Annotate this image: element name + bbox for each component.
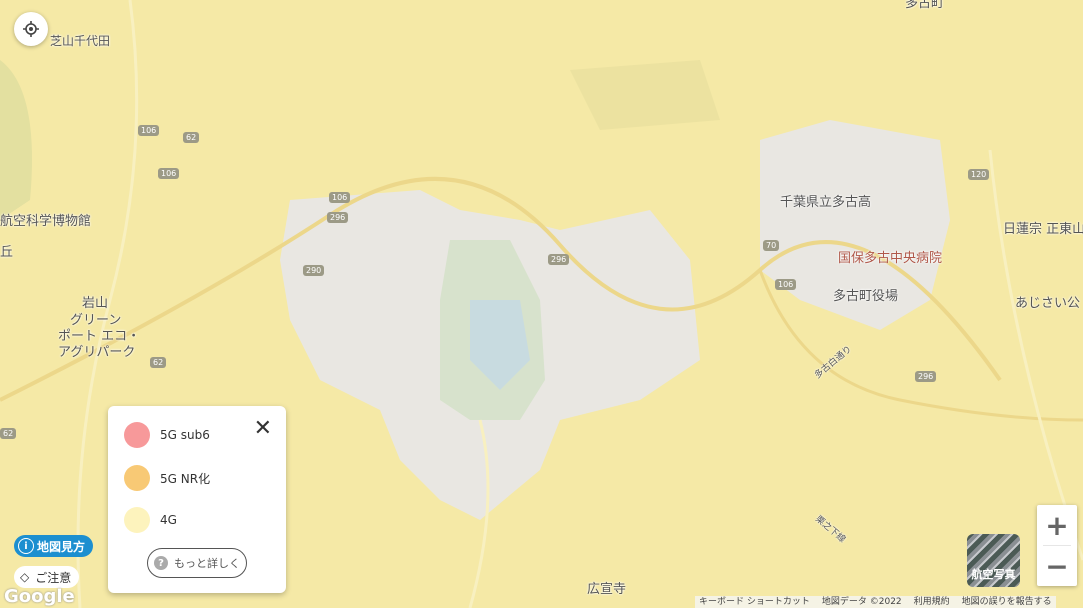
map-label: 千葉県立多古高 bbox=[780, 195, 872, 210]
question-icon: ? bbox=[154, 556, 168, 570]
map-label: アグリパーク bbox=[58, 345, 136, 360]
legend-label: 5G sub6 bbox=[160, 428, 210, 442]
map-data-text: 地図データ ©2022 bbox=[821, 597, 902, 607]
legend-swatch bbox=[124, 422, 150, 448]
aerial-photo-button[interactable]: 航空写真 bbox=[967, 534, 1020, 587]
map-label: 芝山千代田 bbox=[50, 34, 111, 48]
legend-swatch bbox=[124, 465, 150, 491]
legend-swatch bbox=[124, 507, 150, 533]
map-label: 国保多古中央病院 bbox=[838, 251, 943, 266]
map-label: 航空科学博物館 bbox=[0, 214, 92, 229]
route-shield: 106 bbox=[138, 125, 160, 136]
zoom-in-button[interactable]: + bbox=[1037, 505, 1077, 545]
route-shield: 296 bbox=[548, 254, 570, 265]
caution-label: ご注意 bbox=[35, 570, 72, 585]
keyboard-shortcuts-link[interactable]: キーボード ショートカット bbox=[699, 596, 810, 608]
close-icon[interactable]: ✕ bbox=[254, 418, 272, 440]
report-error-link[interactable]: 地図の誤りを報告する bbox=[962, 596, 1052, 608]
crosshair-icon bbox=[23, 21, 39, 37]
legend-label: 4G bbox=[160, 513, 177, 527]
zoom-out-button[interactable]: − bbox=[1037, 546, 1077, 586]
map-label: 広宣寺 bbox=[587, 582, 627, 597]
map-label: あじさい公 bbox=[1015, 296, 1081, 311]
terms-link[interactable]: 利用規約 bbox=[914, 596, 950, 608]
map-guide-button[interactable]: i 地図見方 bbox=[14, 535, 94, 557]
caution-button[interactable]: ◇ ご注意 bbox=[14, 566, 80, 588]
map-label: 多古町役場 bbox=[833, 289, 899, 304]
route-shield: 106 bbox=[329, 192, 351, 203]
more-details-button[interactable]: ? もっと詳しく bbox=[147, 548, 247, 578]
route-shield: 62 bbox=[183, 132, 200, 143]
info-icon: i bbox=[18, 538, 34, 554]
locate-me-button[interactable] bbox=[14, 12, 48, 46]
route-shield: 290 bbox=[303, 265, 325, 276]
legend-item: 5G sub6 bbox=[124, 422, 210, 448]
aerial-label: 航空写真 bbox=[971, 568, 1016, 581]
map-label: 丘 bbox=[0, 245, 14, 260]
zoom-control: + − bbox=[1037, 505, 1077, 586]
route-shield: 296 bbox=[915, 371, 937, 382]
route-shield: 70 bbox=[763, 240, 780, 251]
route-shield: 62 bbox=[0, 428, 17, 439]
google-logo: Google bbox=[4, 586, 75, 607]
route-shield: 62 bbox=[150, 357, 167, 368]
legend-item: 4G bbox=[124, 507, 177, 533]
map-label: 多古町 bbox=[905, 0, 945, 11]
map-guide-label: 地図見方 bbox=[37, 539, 86, 554]
route-shield: 296 bbox=[327, 212, 349, 223]
route-shield: 106 bbox=[775, 279, 797, 290]
map-label: 日蓮宗 正東山 bbox=[1003, 222, 1083, 237]
legend-label: 5G NR化 bbox=[160, 471, 211, 486]
more-details-label: もっと詳しく bbox=[174, 557, 240, 570]
warning-icon: ◇ bbox=[20, 570, 30, 584]
route-shield: 120 bbox=[968, 169, 990, 180]
route-shield: 106 bbox=[158, 168, 180, 179]
legend-popup: ✕ 5G sub6 5G NR化 4G ? もっと詳しく bbox=[108, 406, 286, 593]
attribution-bar: キーボード ショートカット 地図データ ©2022 利用規約 地図の誤りを報告す… bbox=[695, 596, 1056, 608]
legend-item: 5G NR化 bbox=[124, 465, 210, 491]
